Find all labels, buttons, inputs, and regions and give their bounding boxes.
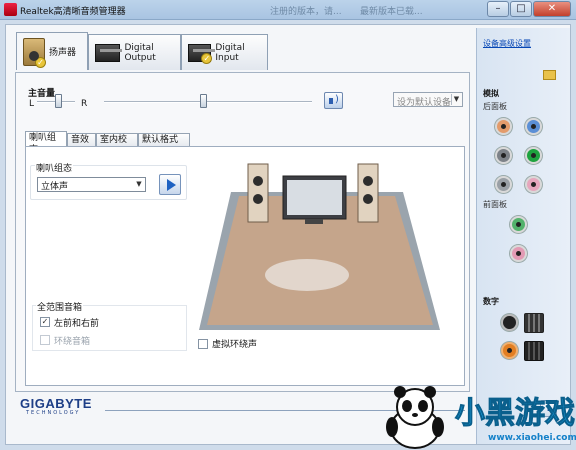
tab-speaker-config[interactable]: 喇叭组态 xyxy=(25,131,67,155)
tab-sound-effects[interactable]: 音效 xyxy=(67,133,96,146)
audio-jack[interactable] xyxy=(510,216,527,233)
balance-right-label: R xyxy=(81,99,88,109)
set-default-device-label: 设为默认设备 xyxy=(397,98,452,108)
volume-slider-thumb[interactable] xyxy=(200,94,207,108)
digital-output-icon xyxy=(95,43,123,62)
audio-jack[interactable] xyxy=(525,147,542,164)
analog-section-title: 模拟 xyxy=(483,89,499,98)
audio-jack[interactable] xyxy=(525,118,542,135)
mute-button[interactable] xyxy=(324,92,343,109)
tab-digital-input[interactable]: ✓ Digital Input xyxy=(181,34,268,70)
default-check-icon: ✓ xyxy=(201,52,213,64)
speaker-room-illustration xyxy=(199,163,440,330)
background-window-title: 注册的版本，请... xyxy=(270,7,342,17)
virtual-surround-label: 虚拟环绕声 xyxy=(212,340,258,350)
tab-digital-output-label: Digital Output xyxy=(124,42,156,63)
background-window-title: 最新版本已载... xyxy=(360,7,423,17)
tab-room-correction[interactable]: 室内校正 xyxy=(96,133,138,157)
set-default-device-dropdown[interactable]: 设为默认设备 ▼ xyxy=(393,92,463,108)
speaker-config-group-title: 喇叭组态 xyxy=(35,161,74,174)
balance-left-label: L xyxy=(29,99,35,109)
digital-coaxial-orange-jack[interactable] xyxy=(501,342,518,359)
chevron-down-icon[interactable]: ▼ xyxy=(451,94,461,105)
master-volume-label: 主音量 xyxy=(28,89,56,99)
tab-digital-output[interactable]: Digital Output xyxy=(88,34,181,70)
tab-speakers-label: 扬声器 xyxy=(49,48,77,58)
maximize-button[interactable]: □ xyxy=(510,1,532,17)
speaker-icon: ✓ xyxy=(23,37,46,68)
audio-jack[interactable] xyxy=(510,245,527,262)
speaker-config-select[interactable]: 立体声 ▼ xyxy=(37,177,146,192)
full-range-group-title: 全范围音箱 xyxy=(36,300,84,313)
digital-optical-port-icon[interactable] xyxy=(524,341,544,361)
realtek-app-icon xyxy=(4,3,17,16)
gigabyte-logo: GIGABYTE xyxy=(20,396,92,411)
left-speaker[interactable] xyxy=(247,163,269,223)
digital-section-title: 数字 xyxy=(483,297,499,306)
front-left-right-checkbox[interactable]: ✓ xyxy=(40,317,50,327)
audio-jack[interactable] xyxy=(495,176,512,193)
surround-speakers-checkbox[interactable] xyxy=(40,335,50,345)
watermark-url: www.xiaohei.com xyxy=(488,433,576,443)
title-bar: Realtek高清晰音频管理器 注册的版本，请... 最新版本已载... – □… xyxy=(0,0,576,20)
window-title: Realtek高清晰音频管理器 xyxy=(20,7,126,17)
surround-speakers-label: 环绕音箱 xyxy=(54,337,91,347)
advanced-device-settings-link[interactable]: 设备高级设置 xyxy=(483,38,531,49)
digital-optical-port-icon[interactable] xyxy=(524,313,544,333)
tab-speakers[interactable]: ✓ 扬声器 xyxy=(16,32,88,70)
tab-default-format[interactable]: 默认格式 xyxy=(138,133,190,146)
right-speaker[interactable] xyxy=(357,163,379,223)
volume-slider-track[interactable] xyxy=(104,101,312,103)
default-check-icon: ✓ xyxy=(35,56,46,68)
play-test-button[interactable] xyxy=(159,174,181,195)
front-left-right-label: 左前和右前 xyxy=(54,319,100,329)
virtual-surround-checkbox[interactable] xyxy=(198,339,208,349)
digital-coaxial-jack[interactable] xyxy=(501,314,518,331)
panda-mascot-icon xyxy=(386,386,444,449)
folder-icon[interactable] xyxy=(543,70,556,80)
speaker-config-value: 立体声 xyxy=(41,182,69,192)
tab-digital-input-label: Digital Input xyxy=(215,42,245,63)
digital-input-icon: ✓ xyxy=(188,43,216,64)
minimize-button[interactable]: – xyxy=(487,1,509,17)
audio-jack[interactable] xyxy=(495,118,512,135)
chevron-down-icon[interactable]: ▼ xyxy=(134,179,144,190)
monitor-icon xyxy=(282,175,347,224)
front-panel-title: 前面板 xyxy=(483,200,507,209)
rear-panel-title: 后面板 xyxy=(483,102,507,111)
audio-jack[interactable] xyxy=(525,176,542,193)
watermark-title: 小黑游戏 xyxy=(455,396,576,432)
close-button[interactable]: ✕ xyxy=(533,1,571,17)
audio-jack[interactable] xyxy=(495,147,512,164)
balance-slider-thumb[interactable] xyxy=(55,94,62,108)
gigabyte-tagline: TECHNOLOGY xyxy=(26,410,81,416)
